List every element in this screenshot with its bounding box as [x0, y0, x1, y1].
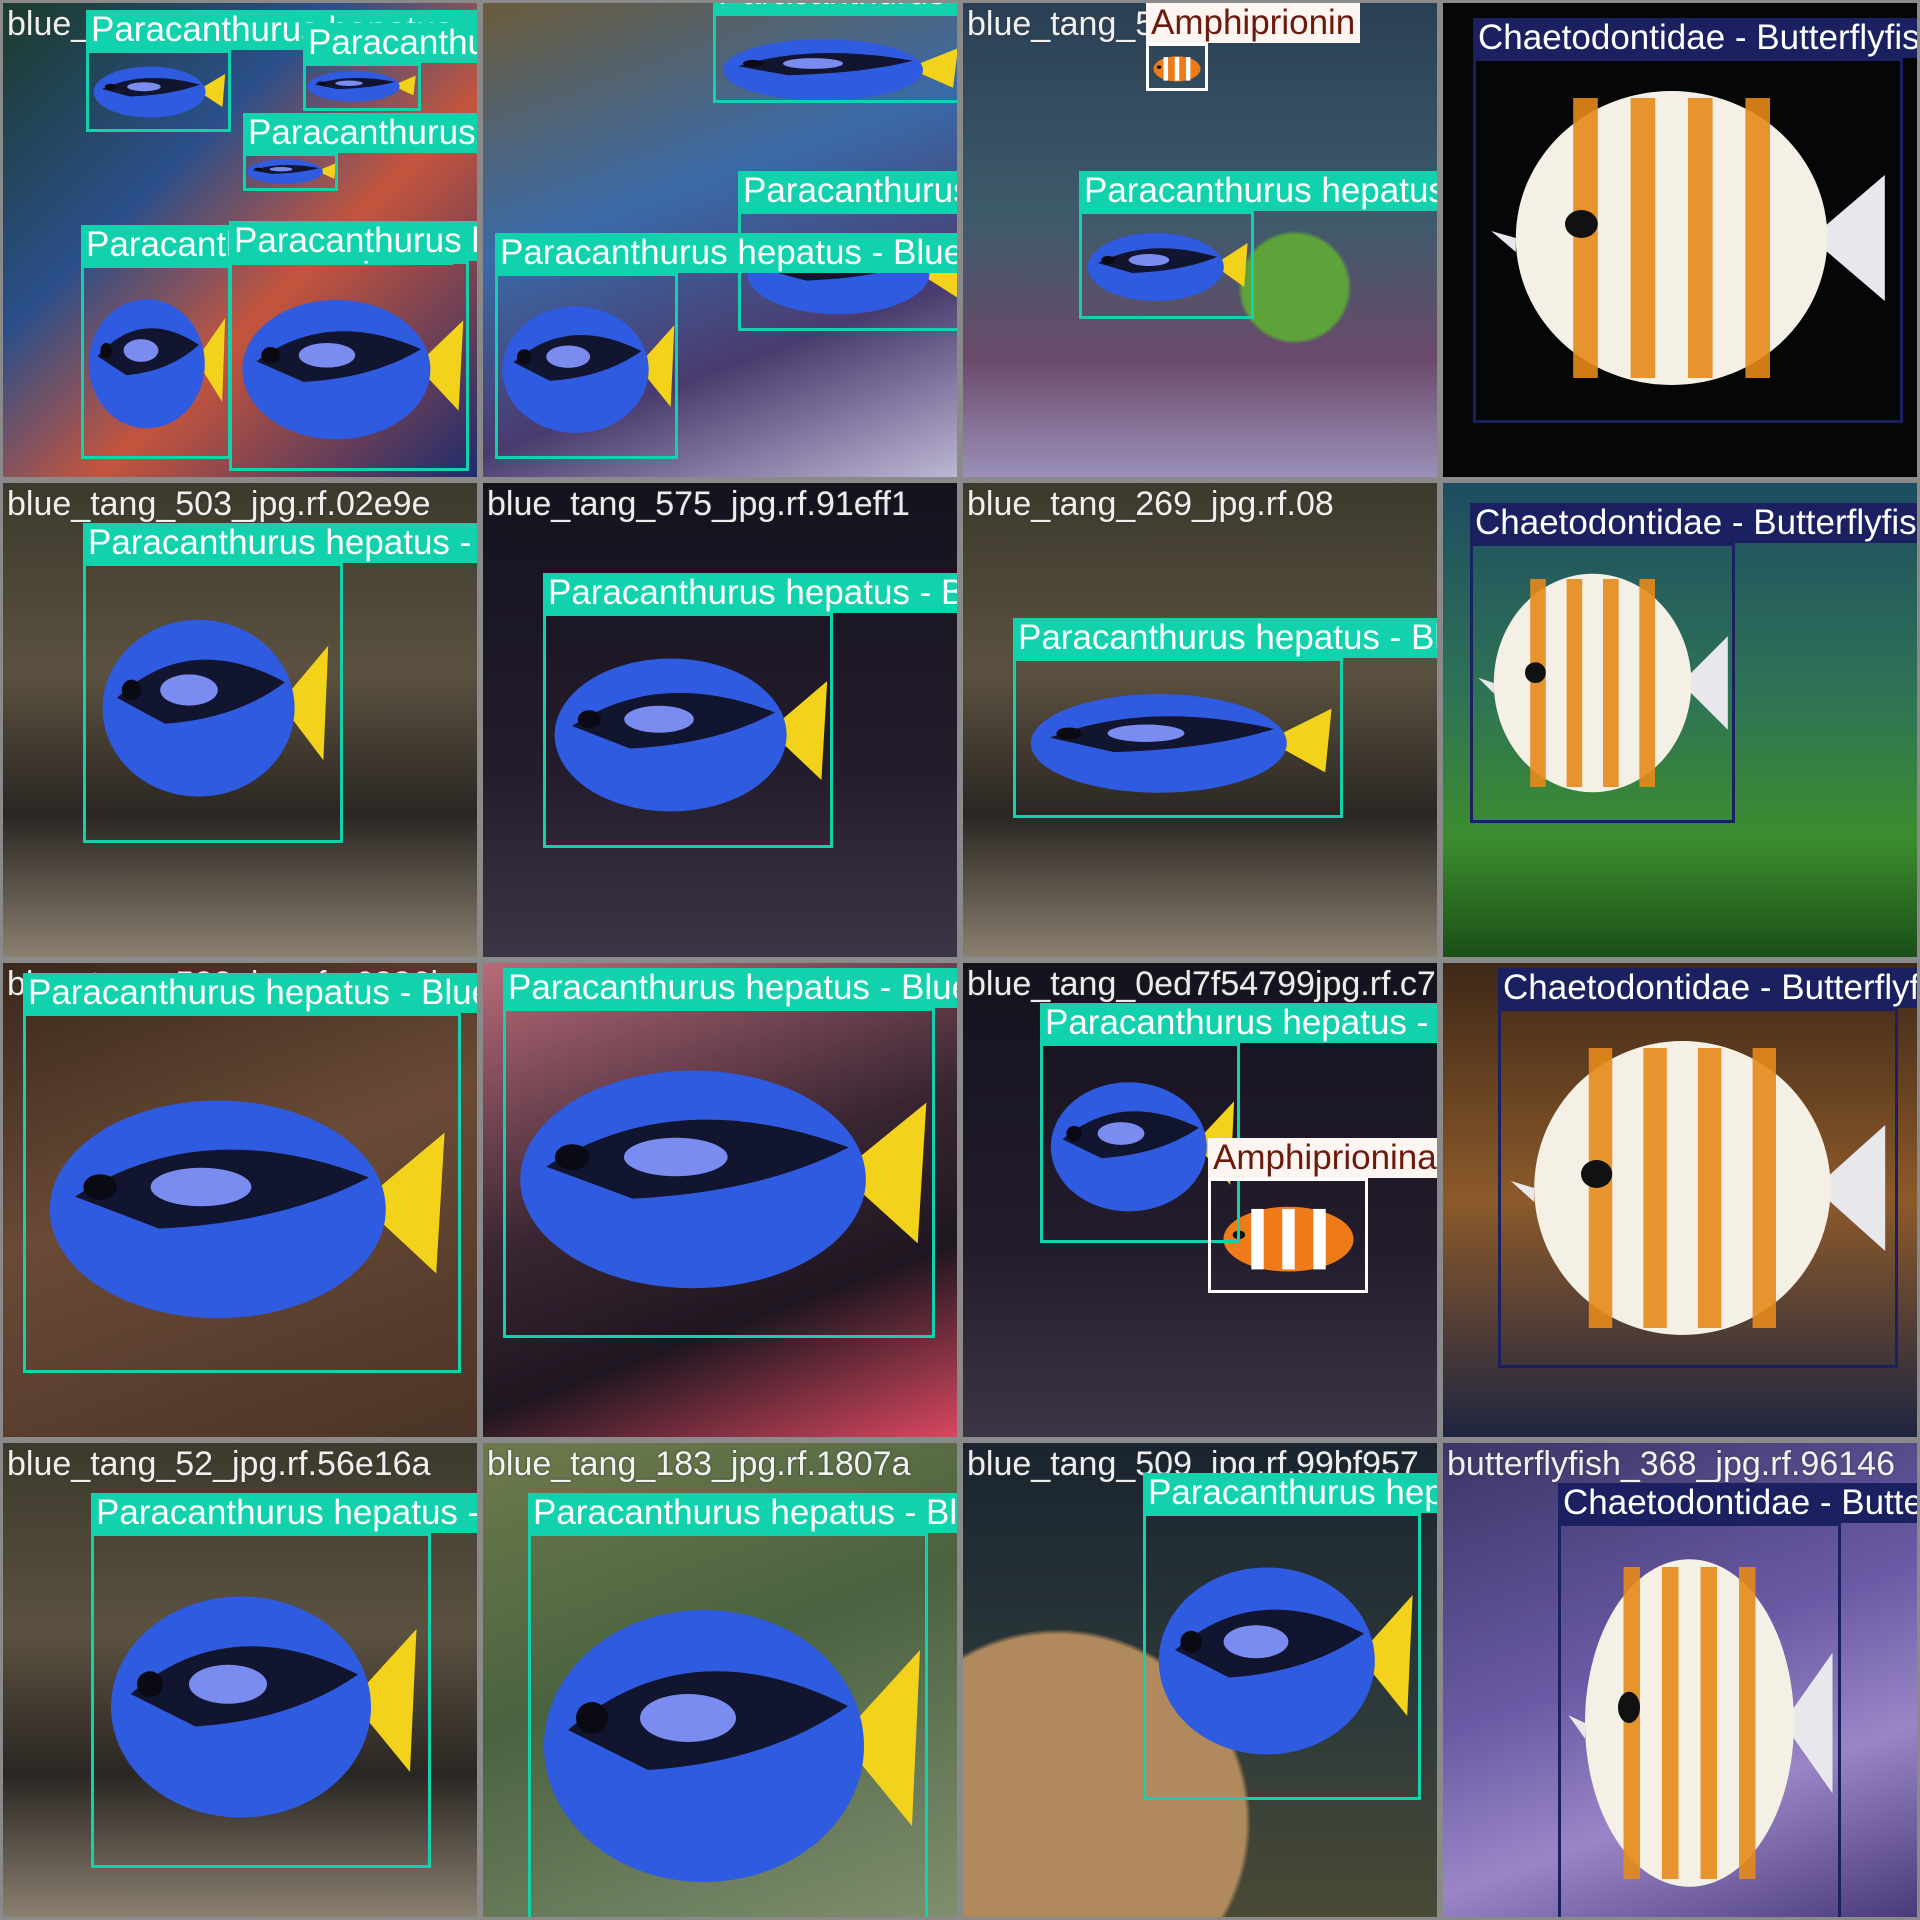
detection-box: [243, 153, 338, 191]
image-filename: butterflyfish_368_jpg.rf.96146: [1447, 1445, 1895, 1483]
detection-label: Paracanthurus hepatus - Blue Tang 0.9: [503, 968, 957, 1008]
detection-box: [1208, 1178, 1368, 1293]
result-tile: blue_tang_509_jpg.rf.99bf957 Paracanthuru…: [960, 1440, 1440, 1920]
image-filename: blue_tang_575_jpg.rf.91eff1: [487, 485, 910, 523]
detection-label: Chaetodontidae - Butterflyfish 0.9: [1473, 18, 1917, 58]
detection-box: [23, 1013, 461, 1373]
detection-box: [81, 265, 231, 459]
image-filename: blue_tang_269_jpg.rf.08: [967, 485, 1334, 523]
detection-grid: blue_ Paracanthurus hepatus - Blue Tang 1…: [0, 0, 1920, 1920]
detection-label: Chaetodontidae - Butterflyfish 0.9: [1558, 1483, 1917, 1523]
detection-box: [1079, 211, 1254, 319]
image-filename: blue_: [7, 5, 91, 43]
detection-box: [1470, 543, 1735, 823]
result-tile: blue_tang_183_jpg.rf.1807a Paracanthurus …: [480, 1440, 960, 1920]
detection-label: Paracanthurus hepatus - Blue Tang 0.9: [713, 3, 957, 13]
result-tile: Paracanthurus hepatus - Blue Tang 0.9: [480, 960, 960, 1440]
detection-box: [713, 13, 957, 103]
detection-label: Paracanthurus hepatus - Blue Tang 0.8: [243, 113, 477, 153]
result-tile: Chaetodontidae - Butterflyfish 0.9: [1440, 480, 1920, 960]
detection-box: [528, 1533, 928, 1917]
detection-label: Paracanthurus hepatus - Blue Tang 0.9: [543, 573, 957, 613]
detection-box: [1013, 658, 1343, 818]
result-tile: blue_tang_269_jpg.rf.08 Paracanthurus hep…: [960, 480, 1440, 960]
image-filename: blue_tang_503_jpg.rf.02e9e: [7, 485, 431, 523]
result-tile: blue_tang_5 Amphiprionin Paracanthurus hep…: [960, 0, 1440, 480]
detection-box: [503, 1008, 935, 1338]
detection-box: [495, 273, 678, 459]
detection-label: Paracanthurus hepatus - Blue Tang 1.0: [495, 233, 957, 273]
detection-label: Paracanthurus hepatus - Blue Tang 1.0: [1143, 1473, 1437, 1513]
detection-box: [91, 1533, 431, 1868]
image-filename: blue_tang_183_jpg.rf.1807a: [487, 1445, 911, 1483]
detection-box: [229, 261, 469, 471]
detection-box: [1473, 58, 1903, 423]
result-tile: blue_tang_52_jpg.rf.56e16a Paracanthurus …: [0, 1440, 480, 1920]
detection-box: [543, 613, 833, 848]
detection-label: Paracanthurus hepatus - Blue Tang 0.9: [83, 523, 477, 563]
detection-label: Paracanthurus hepatus - Blue Tang 0.9: [91, 1493, 477, 1533]
result-tile: blue_ Paracanthurus hepatus - Blue Tang 1…: [0, 0, 480, 480]
detection-box: [1558, 1523, 1841, 1917]
detection-box: [86, 50, 231, 132]
detection-label: Paracanthurus hepatus - Blue Tang 1.0: [303, 23, 477, 63]
image-filename: blue_tang_52_jpg.rf.56e16a: [7, 1445, 431, 1483]
detection-label: Paracanthurus hepatus - Blue Tang 0.9: [1013, 618, 1437, 658]
result-tile: butterflyfish_368_jpg.rf.96146 Chaetodont…: [1440, 1440, 1920, 1920]
detection-label: Chaetodontidae - Butterflyfish 0.9: [1470, 503, 1917, 543]
detection-label: Amphiprioninae - Clown Fish 0.9: [1208, 1138, 1437, 1178]
result-tile: blue_tang_575_jpg.rf.91eff1 Paracanthurus…: [480, 480, 960, 960]
detection-label: Paracanthurus hepatus - Blue Tang 1.0: [1040, 1003, 1437, 1043]
detection-label: Chaetodontidae - Butterflyfish 0.9: [1498, 968, 1917, 1008]
detection-box: [1498, 1008, 1898, 1368]
result-tile: Chaetodontidae - Butterflyfish 0.9: [1440, 0, 1920, 480]
detection-label: Paracanthurus hepatus - Blue Tang 1.0: [229, 221, 477, 261]
detection-box: [83, 563, 343, 843]
detection-box: [303, 63, 421, 111]
result-tile: Paracanthurus hepatus - Blue Tang 0.9 Par…: [480, 0, 960, 480]
result-tile: Chaetodontidae - Butterflyfish 0.9: [1440, 960, 1920, 1440]
detection-label: Paracanthurus hepatus - Blue Tang 0.9: [1079, 171, 1437, 211]
image-filename: blue_tang_5: [967, 5, 1155, 43]
result-tile: blue_tang_503_jpg.rf.02e9e Paracanthurus …: [0, 480, 480, 960]
detection-box: [1143, 1513, 1421, 1800]
image-filename: blue_tang_0ed7f54799jpg.rf.c71: [967, 965, 1440, 1003]
detection-label: Paracanthurus hepatus - Blue Tang 0.9: [528, 1493, 957, 1533]
result-tile: blue_tang_0ed7f54799jpg.rf.c71 Paracanthu…: [960, 960, 1440, 1440]
detection-label: Amphiprionin: [1146, 3, 1361, 43]
detection-label: Paracanthurus hepatus - Blue Tang 1.0: [738, 171, 957, 211]
detection-box: [1146, 43, 1208, 91]
result-tile: blue_tang_522_jpg.rf.a6236bParacanthurus…: [0, 960, 480, 1440]
detection-label: Paracanthurus hepatus - Blue Tang 0.9: [23, 973, 477, 1013]
